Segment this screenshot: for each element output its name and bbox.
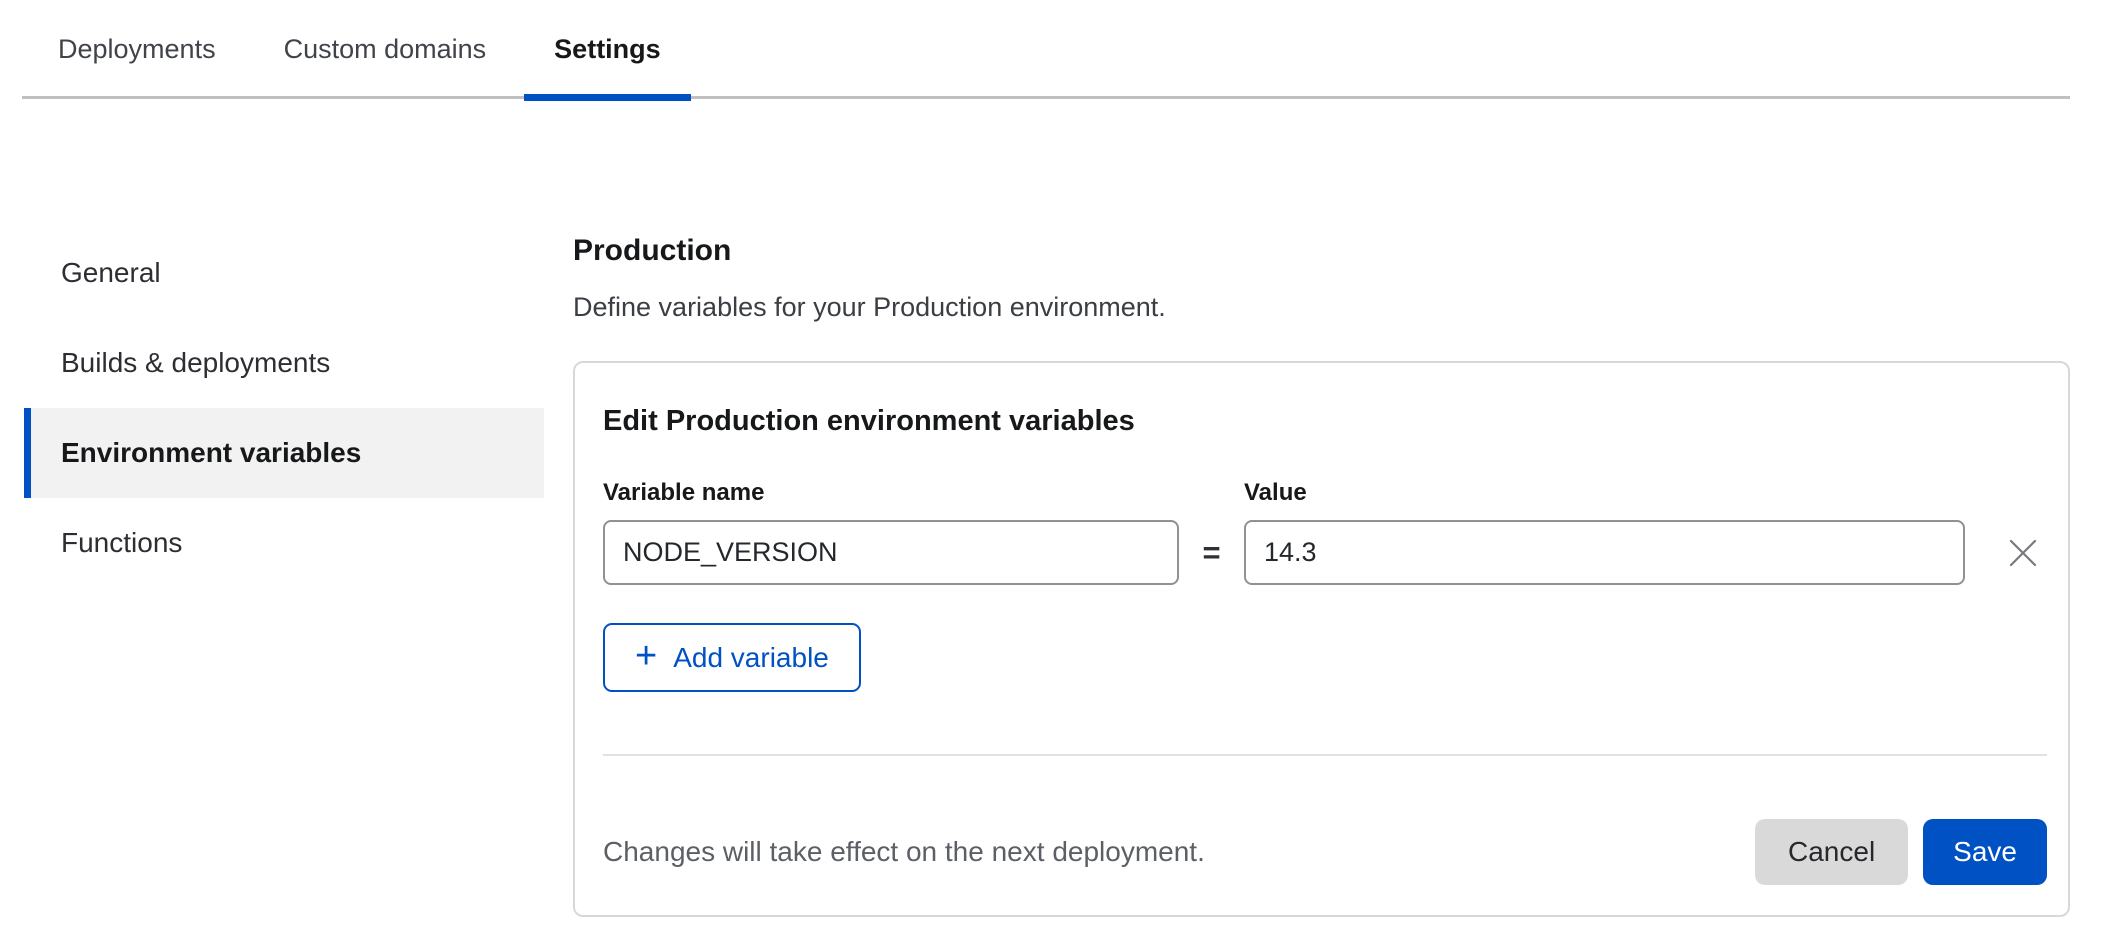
- variable-name-label: Variable name: [603, 479, 764, 506]
- tab-bar: Deployments Custom domains Settings: [22, 0, 2070, 99]
- value-label: Value: [1244, 479, 1307, 506]
- sidebar-item-functions[interactable]: Functions: [24, 498, 544, 588]
- variable-name-input[interactable]: [603, 520, 1179, 585]
- card-title: Edit Production environment variables: [603, 403, 2047, 439]
- add-variable-label: Add variable: [673, 642, 829, 674]
- equals-sign: =: [1202, 535, 1220, 570]
- variable-value-input[interactable]: [1244, 520, 1965, 585]
- main-content: Production Define variables for your Pro…: [573, 228, 2070, 917]
- settings-sidebar: General Builds & deployments Environment…: [24, 228, 544, 588]
- sidebar-item-builds-deployments[interactable]: Builds & deployments: [24, 318, 544, 408]
- cancel-button[interactable]: Cancel: [1755, 819, 1908, 885]
- plus-icon: +: [635, 637, 657, 675]
- remove-variable-button[interactable]: [1999, 529, 2047, 577]
- tab-settings[interactable]: Settings: [524, 33, 691, 96]
- footer-note: Changes will take effect on the next dep…: [603, 836, 1205, 868]
- environment-variables-card: Edit Production environment variables Va…: [573, 361, 2070, 917]
- add-variable-button[interactable]: + Add variable: [603, 623, 861, 692]
- sidebar-item-environment-variables[interactable]: Environment variables: [24, 408, 544, 498]
- footer-actions: Cancel Save: [1755, 819, 2047, 885]
- page-description: Define variables for your Production env…: [573, 291, 2070, 323]
- field-labels-row: Variable name Value: [603, 479, 2047, 507]
- variable-row: =: [603, 520, 2047, 585]
- save-button[interactable]: Save: [1923, 819, 2047, 885]
- card-divider: [603, 754, 2047, 756]
- tab-custom-domains[interactable]: Custom domains: [254, 33, 517, 96]
- close-icon: [2007, 537, 2039, 569]
- equals-spacer: [1179, 479, 1244, 507]
- page-title: Production: [573, 233, 2070, 269]
- sidebar-item-general[interactable]: General: [24, 228, 544, 318]
- settings-layout: General Builds & deployments Environment…: [0, 228, 2121, 917]
- tab-deployments[interactable]: Deployments: [28, 33, 246, 96]
- card-footer: Changes will take effect on the next dep…: [603, 819, 2047, 885]
